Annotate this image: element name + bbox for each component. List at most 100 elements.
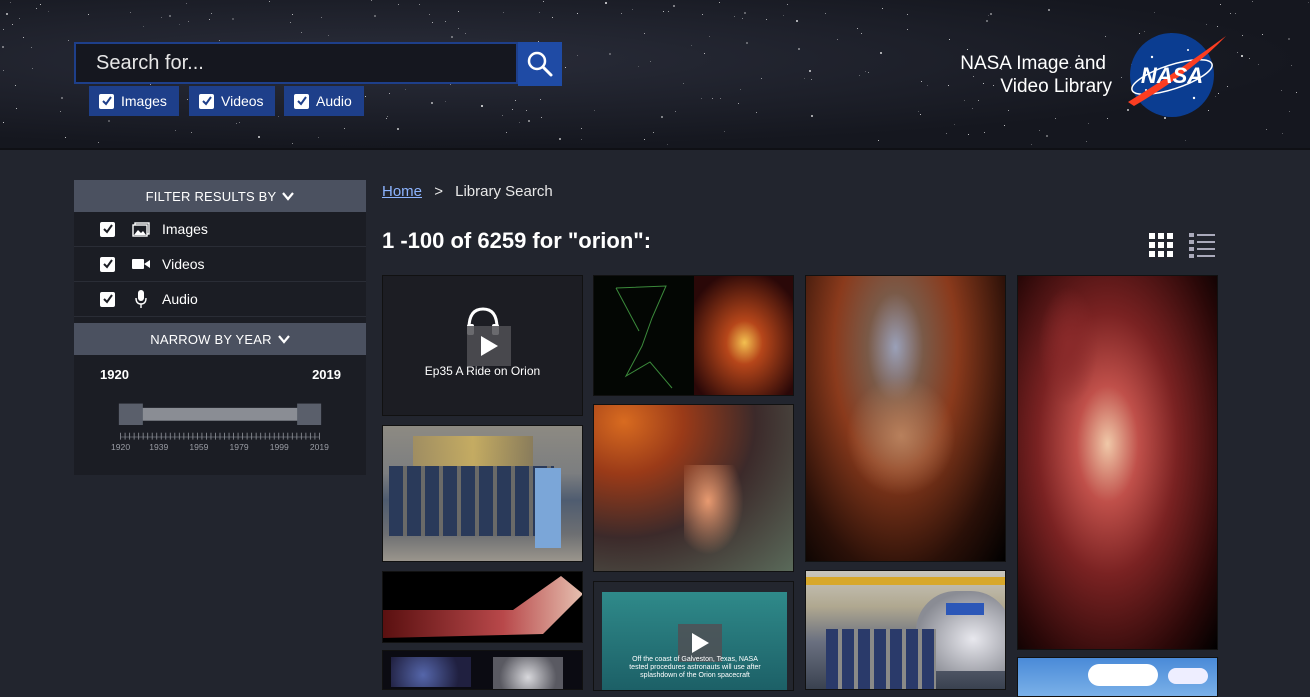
star: [386, 118, 387, 119]
star: [1039, 130, 1040, 131]
star: [609, 53, 611, 55]
star: [1217, 26, 1218, 27]
star: [798, 48, 800, 50]
star: [882, 8, 883, 9]
filter-audio[interactable]: Audio: [74, 282, 366, 317]
star: [16, 108, 17, 109]
result-tile-image[interactable]: [382, 425, 583, 562]
star: [709, 36, 710, 37]
tick-label: 1920: [111, 442, 130, 452]
result-tile-audio[interactable]: Ep35 A Ride on Orion: [382, 275, 583, 416]
media-type-label: Images: [121, 93, 167, 109]
result-tile-image[interactable]: [805, 570, 1006, 690]
checkbox-icon[interactable]: [100, 291, 115, 307]
list-view-icon[interactable]: [1188, 232, 1216, 258]
result-tile-image[interactable]: [805, 275, 1006, 562]
star: [967, 49, 968, 50]
star: [2, 46, 4, 48]
star: [1237, 52, 1238, 53]
star: [766, 19, 767, 20]
star: [1258, 64, 1259, 65]
result-tile-image[interactable]: [382, 571, 583, 643]
star: [445, 101, 446, 102]
star: [701, 98, 702, 99]
media-type-label: Audio: [316, 93, 352, 109]
search-box[interactable]: [74, 42, 518, 84]
filter-results-toggle[interactable]: FILTER RESULTS BY: [74, 180, 366, 212]
star: [577, 55, 578, 56]
search-icon: [527, 51, 553, 77]
star: [744, 12, 746, 14]
media-type-images[interactable]: Images: [89, 86, 179, 116]
year-range-slider[interactable]: 1920 1939 1959 1979 1999 2019: [74, 395, 366, 455]
media-type-audio[interactable]: Audio: [284, 86, 364, 116]
star: [948, 85, 949, 86]
star: [1288, 38, 1290, 40]
star: [1230, 13, 1231, 14]
star: [429, 14, 430, 15]
checkbox-icon[interactable]: [100, 256, 115, 272]
chevron-down-icon: [282, 191, 295, 201]
star: [756, 112, 757, 113]
chevron-down-icon: [277, 334, 290, 344]
checkbox-icon[interactable]: [99, 93, 114, 109]
star: [512, 109, 513, 110]
star: [907, 14, 908, 15]
breadcrumb-home-link[interactable]: Home: [382, 183, 422, 200]
video-camera-icon: [131, 258, 151, 270]
nasa-logo[interactable]: NASA: [1122, 32, 1228, 118]
star: [927, 85, 928, 86]
star: [541, 117, 542, 118]
grid-view-icon[interactable]: [1148, 232, 1174, 258]
filter-videos[interactable]: Videos: [74, 247, 366, 282]
result-tile-video[interactable]: Off the coast of Galveston, Texas, NASA …: [593, 581, 794, 691]
star: [458, 28, 459, 29]
year-heading: NARROW BY YEAR: [150, 331, 272, 347]
star: [581, 128, 582, 129]
nebula-strip-image: [383, 576, 582, 638]
tick-label: 1979: [230, 442, 249, 452]
star: [232, 18, 234, 20]
tile-caption: Ep35 A Ride on Orion: [424, 364, 541, 378]
checkbox-icon[interactable]: [294, 93, 309, 109]
star: [667, 144, 668, 145]
star: [1241, 55, 1243, 57]
star: [787, 4, 788, 5]
star: [31, 47, 32, 48]
star: [19, 18, 20, 19]
star: [108, 120, 110, 122]
star: [1154, 12, 1155, 13]
star: [526, 110, 527, 111]
search-button[interactable]: [518, 42, 562, 86]
narrow-by-year-toggle[interactable]: NARROW BY YEAR: [74, 323, 366, 355]
result-tile-image[interactable]: [1017, 275, 1218, 650]
checkbox-icon[interactable]: [100, 221, 115, 237]
breadcrumb-separator: >: [434, 183, 443, 200]
star: [543, 1, 544, 2]
star: [150, 84, 151, 85]
media-type-videos[interactable]: Videos: [189, 86, 275, 116]
star: [481, 105, 483, 107]
year-start-handle[interactable]: [118, 403, 143, 425]
star: [15, 85, 16, 86]
star: [712, 98, 713, 99]
filter-images[interactable]: Images: [74, 212, 366, 247]
checkbox-icon[interactable]: [199, 93, 214, 109]
search-input[interactable]: [76, 50, 516, 76]
nasa-logo-text: NASA: [1141, 63, 1203, 88]
star: [292, 14, 293, 15]
star: [321, 17, 322, 18]
result-tile-image[interactable]: [382, 650, 583, 690]
filter-sidebar: FILTER RESULTS BY Images Videos Audio NA…: [74, 180, 366, 475]
result-tile-image[interactable]: [1017, 657, 1218, 697]
star: [720, 98, 721, 99]
star: [920, 114, 921, 115]
star: [143, 26, 144, 27]
year-end-handle[interactable]: [297, 403, 322, 425]
result-tile-image[interactable]: [593, 275, 794, 396]
site-title[interactable]: NASA Image and Video Library: [960, 52, 1112, 98]
star: [673, 5, 675, 7]
result-tile-image[interactable]: [593, 404, 794, 572]
star: [539, 12, 540, 13]
play-button[interactable]: [467, 326, 511, 366]
